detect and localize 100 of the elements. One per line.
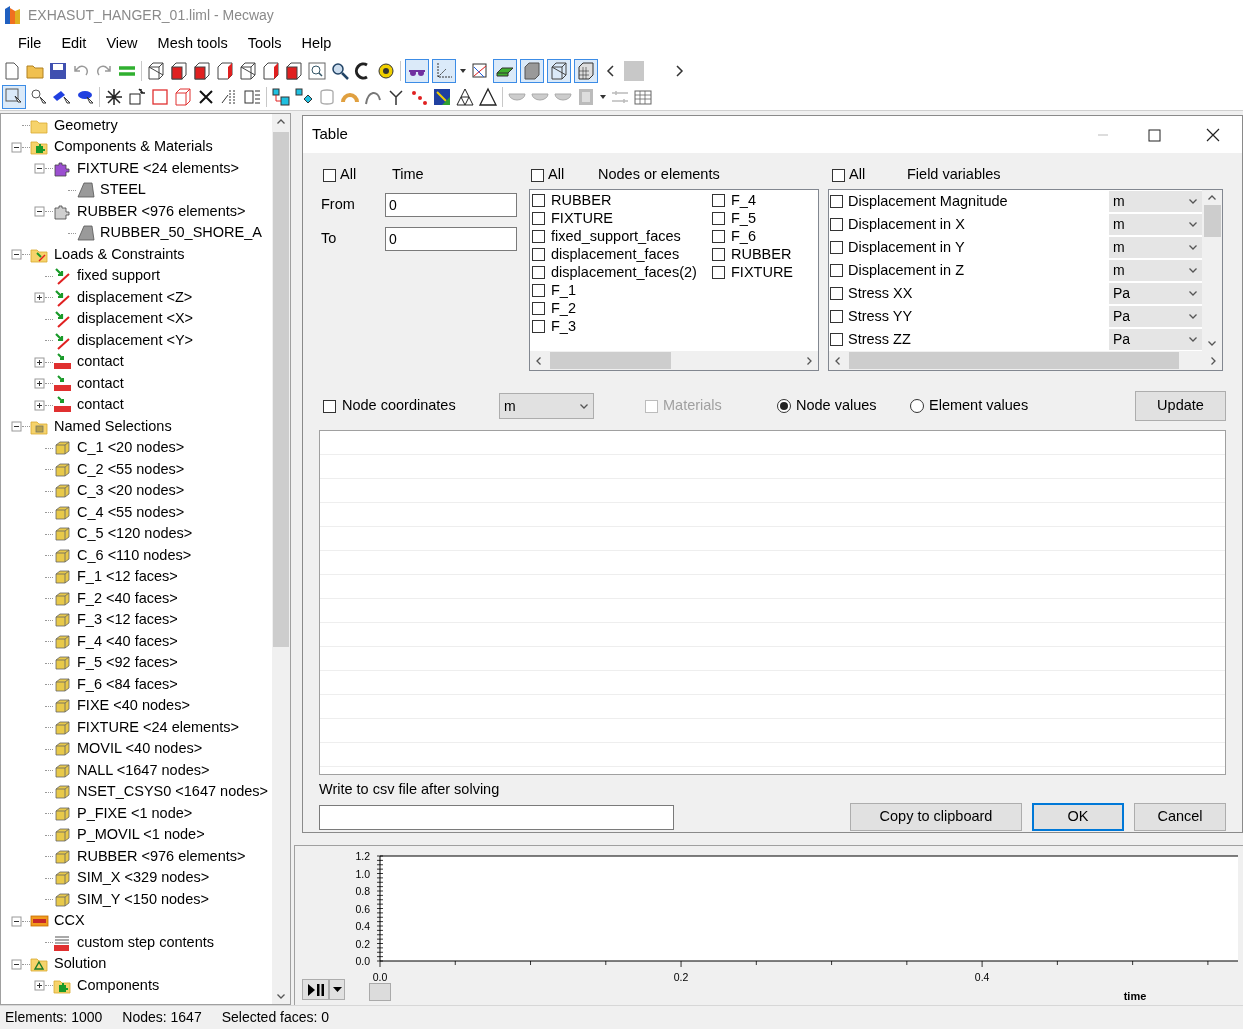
menu-item[interactable]: Edit: [51, 33, 97, 55]
tree-item-label[interactable]: CCX: [54, 910, 85, 933]
dialog-button[interactable]: Copy to clipboard: [850, 803, 1022, 831]
tree-item-label[interactable]: Named Selections: [54, 415, 172, 438]
node-set-label[interactable]: fixed_support_faces: [551, 228, 681, 244]
node-set-label[interactable]: FIXTURE: [551, 210, 614, 226]
node-connect-icon[interactable]: [271, 87, 291, 107]
scrollbar-thumb[interactable]: [273, 131, 289, 647]
tree-item-label[interactable]: F_1 <12 faces>: [77, 566, 178, 589]
tree-item-label[interactable]: contact: [77, 351, 124, 374]
split-list-icon[interactable]: [242, 87, 262, 107]
field-variable-label[interactable]: Displacement Magnitude: [848, 190, 1008, 213]
tree-item-label[interactable]: F_6 <84 faces>: [77, 673, 178, 696]
cube-icon[interactable]: [261, 61, 281, 81]
update-button[interactable]: Update: [1135, 391, 1226, 421]
checkbox[interactable]: [830, 195, 843, 208]
tree-item-label[interactable]: C_4 <55 nodes>: [77, 501, 185, 524]
save-icon[interactable]: [48, 61, 68, 81]
table-icon[interactable]: [633, 87, 653, 107]
tree-item-label[interactable]: displacement <X>: [77, 308, 194, 331]
tree-item-label[interactable]: Loads & Constraints: [54, 243, 185, 266]
checkbox[interactable]: [323, 399, 336, 413]
tree-item-label[interactable]: NSET_CSYS0 <1647 nodes>: [77, 781, 269, 804]
cube-icon[interactable]: [169, 61, 189, 81]
collapse-icon[interactable]: [11, 141, 22, 153]
vertical-scrollbar[interactable]: [272, 114, 290, 1004]
radio-button[interactable]: [910, 399, 924, 413]
tree-item-label[interactable]: SIM_Y <150 nodes>: [77, 888, 209, 911]
csv-path-field[interactable]: [319, 804, 674, 830]
field-variable-label[interactable]: Displacement in X: [848, 213, 965, 236]
tree-item-label[interactable]: Solution: [54, 953, 107, 976]
burst-box-icon[interactable]: [127, 87, 147, 107]
tree-item-label[interactable]: C_1 <20 nodes>: [77, 437, 185, 460]
checkbox[interactable]: [712, 265, 725, 279]
unit-dropdown[interactable]: m: [1109, 259, 1202, 282]
unit-dropdown[interactable]: m: [1109, 236, 1202, 259]
dialog-button[interactable]: Cancel: [1134, 803, 1226, 831]
cube-icon[interactable]: [284, 61, 304, 81]
scrollbar-thumb[interactable]: [550, 352, 671, 369]
tree-item-label[interactable]: Geometry: [54, 114, 118, 137]
unit-dropdown[interactable]: Pa: [1109, 282, 1202, 305]
expand-icon[interactable]: [34, 356, 45, 368]
menu-item[interactable]: Tools: [237, 33, 292, 55]
menu-item[interactable]: View: [96, 33, 148, 55]
radio-button[interactable]: [777, 399, 791, 413]
horizontal-scrollbar[interactable]: [829, 351, 1222, 370]
scrollbar-thumb[interactable]: [849, 352, 1179, 369]
time-slider-thumb[interactable]: [369, 983, 391, 1001]
expand-icon[interactable]: [34, 292, 45, 304]
collapse-icon[interactable]: [11, 915, 22, 927]
wireframe-cube-icon[interactable]: [238, 61, 258, 81]
field-variable-label[interactable]: Stress ZZ: [848, 328, 911, 351]
triangle-mesh-icon[interactable]: [455, 87, 475, 107]
node-set-label[interactable]: F_1: [551, 282, 576, 298]
tree-item-label[interactable]: MOVIL <40 nodes>: [77, 738, 203, 761]
node-set-label[interactable]: displacement_faces(2): [551, 264, 697, 280]
node-set-label[interactable]: F_6: [731, 228, 756, 244]
tree-item-label[interactable]: F_3 <12 faces>: [77, 609, 178, 632]
tree-item-label[interactable]: FIXE <40 nodes>: [77, 695, 190, 718]
checkbox[interactable]: [830, 287, 843, 300]
field-variable-label[interactable]: Stress YY: [848, 305, 913, 328]
tree-item-label[interactable]: contact: [77, 394, 124, 417]
tree-item-label[interactable]: F_2 <40 faces>: [77, 587, 178, 610]
cube-icon[interactable]: [215, 61, 235, 81]
checkbox[interactable]: [532, 229, 545, 243]
tree-item-label[interactable]: SIM_X <329 nodes>: [77, 867, 210, 890]
vertical-scrollbar[interactable]: [1202, 190, 1222, 351]
play-pause-button[interactable]: [302, 979, 329, 1000]
tape-measure-icon[interactable]: [376, 61, 396, 81]
wireframe-cube-icon[interactable]: [173, 87, 193, 107]
tree-item-label[interactable]: C_2 <55 nodes>: [77, 458, 185, 481]
tree-item-label[interactable]: F_4 <40 faces>: [77, 630, 178, 653]
checkbox[interactable]: [532, 283, 545, 297]
checkbox[interactable]: [830, 264, 843, 277]
input-field[interactable]: 0: [385, 193, 517, 217]
menu-item[interactable]: Mesh tools: [147, 33, 238, 55]
checkbox[interactable]: [712, 211, 725, 225]
tree-item-label[interactable]: NALL <1647 nodes>: [77, 759, 210, 782]
checkbox[interactable]: [830, 310, 843, 323]
tree-item-label[interactable]: STEEL: [100, 179, 146, 202]
cube-icon[interactable]: [192, 61, 212, 81]
checkbox[interactable]: [532, 247, 545, 261]
checkbox[interactable]: [830, 241, 843, 254]
checkbox[interactable]: [323, 168, 336, 182]
expand-icon[interactable]: [34, 980, 45, 992]
checkbox[interactable]: [532, 265, 545, 279]
tree-item-label[interactable]: C_3 <20 nodes>: [77, 480, 185, 503]
expand-icon[interactable]: [34, 378, 45, 390]
tree-item-label[interactable]: P_FIXE <1 node>: [77, 802, 193, 825]
blank-tile-icon[interactable]: [624, 61, 644, 81]
tree-item-label[interactable]: fixed support: [77, 265, 161, 288]
tree-item-label[interactable]: Components & Materials: [54, 136, 213, 159]
tree-item-label[interactable]: F_5 <92 faces>: [77, 652, 178, 675]
horizontal-scrollbar[interactable]: [530, 351, 818, 370]
play-menu-button[interactable]: [329, 979, 345, 1000]
tree-item-label[interactable]: P_MOVIL <1 node>: [77, 824, 205, 847]
tree-item-label[interactable]: RUBBER <976 elements>: [77, 200, 246, 223]
input-field[interactable]: 0: [385, 227, 517, 251]
checkbox[interactable]: [532, 301, 545, 315]
checkbox[interactable]: [532, 211, 545, 225]
